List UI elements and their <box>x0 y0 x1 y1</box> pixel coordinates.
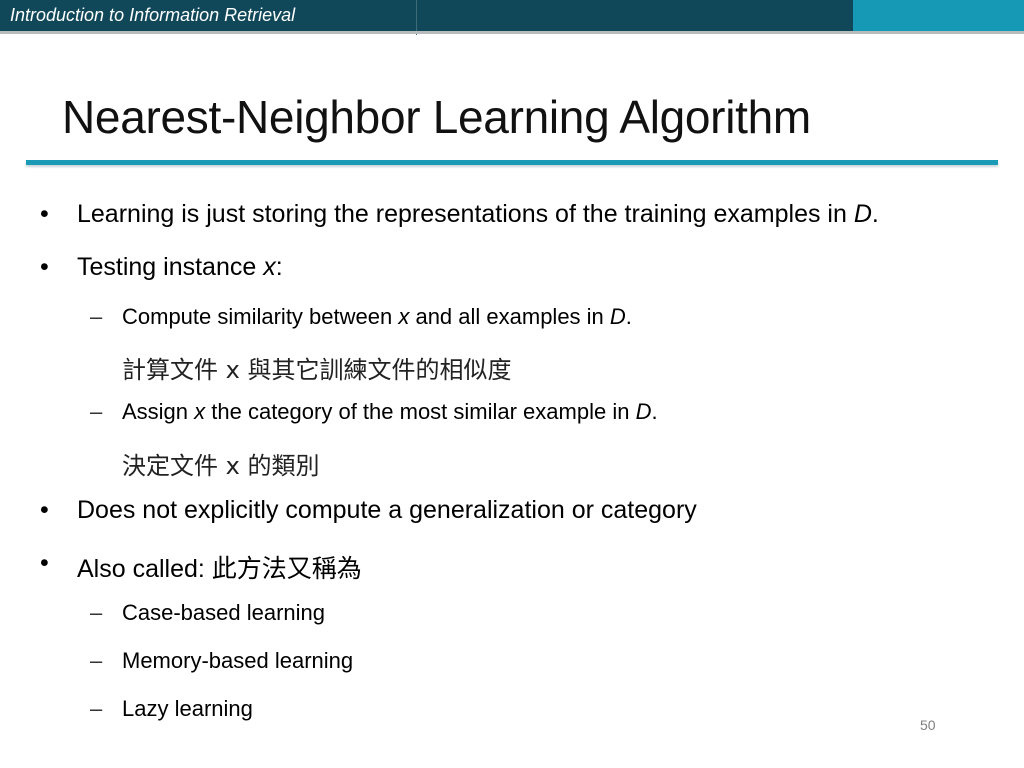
bullet-text: Also called: 此方法又稱為 <box>77 555 362 583</box>
header-shadow <box>0 31 1024 34</box>
bullet-icon: • <box>40 496 49 524</box>
sub-bullet-text: Case-based learning <box>122 600 326 625</box>
title-underline <box>26 160 998 165</box>
dash-icon: – <box>90 399 103 424</box>
bullet-icon: • <box>40 549 49 577</box>
sub-bullet-text: Compute similarity between x and all exa… <box>122 304 632 329</box>
sub-bullet-text: Assign x the category of the most simila… <box>122 399 658 424</box>
chinese-note: 決定文件 x 的類別 <box>122 452 320 480</box>
bullet-icon: • <box>40 200 49 228</box>
page-number: 50 <box>920 717 936 733</box>
header-bar: Introduction to Information Retrieval <box>0 0 1024 35</box>
dash-icon: – <box>90 600 103 625</box>
sub-bullet-text: Memory-based learning <box>122 648 354 673</box>
bullet-text: Testing instance x: <box>77 253 283 281</box>
header-divider <box>416 0 417 35</box>
dash-icon: – <box>90 648 103 673</box>
dash-icon: – <box>90 696 103 721</box>
chinese-note: 計算文件 x 與其它訓練文件的相似度 <box>122 356 512 384</box>
sub-bullet-text: Lazy learning <box>122 696 253 721</box>
dash-icon: – <box>90 304 103 329</box>
bullet-text: Does not explicitly compute a generaliza… <box>77 496 697 524</box>
bullet-icon: • <box>40 253 49 281</box>
bullet-text: Learning is just storing the representat… <box>77 200 879 228</box>
slide-title: Nearest-Neighbor Learning Algorithm <box>62 91 811 143</box>
header-bar-accent <box>853 0 1024 31</box>
course-title: Introduction to Information Retrieval <box>10 5 296 25</box>
